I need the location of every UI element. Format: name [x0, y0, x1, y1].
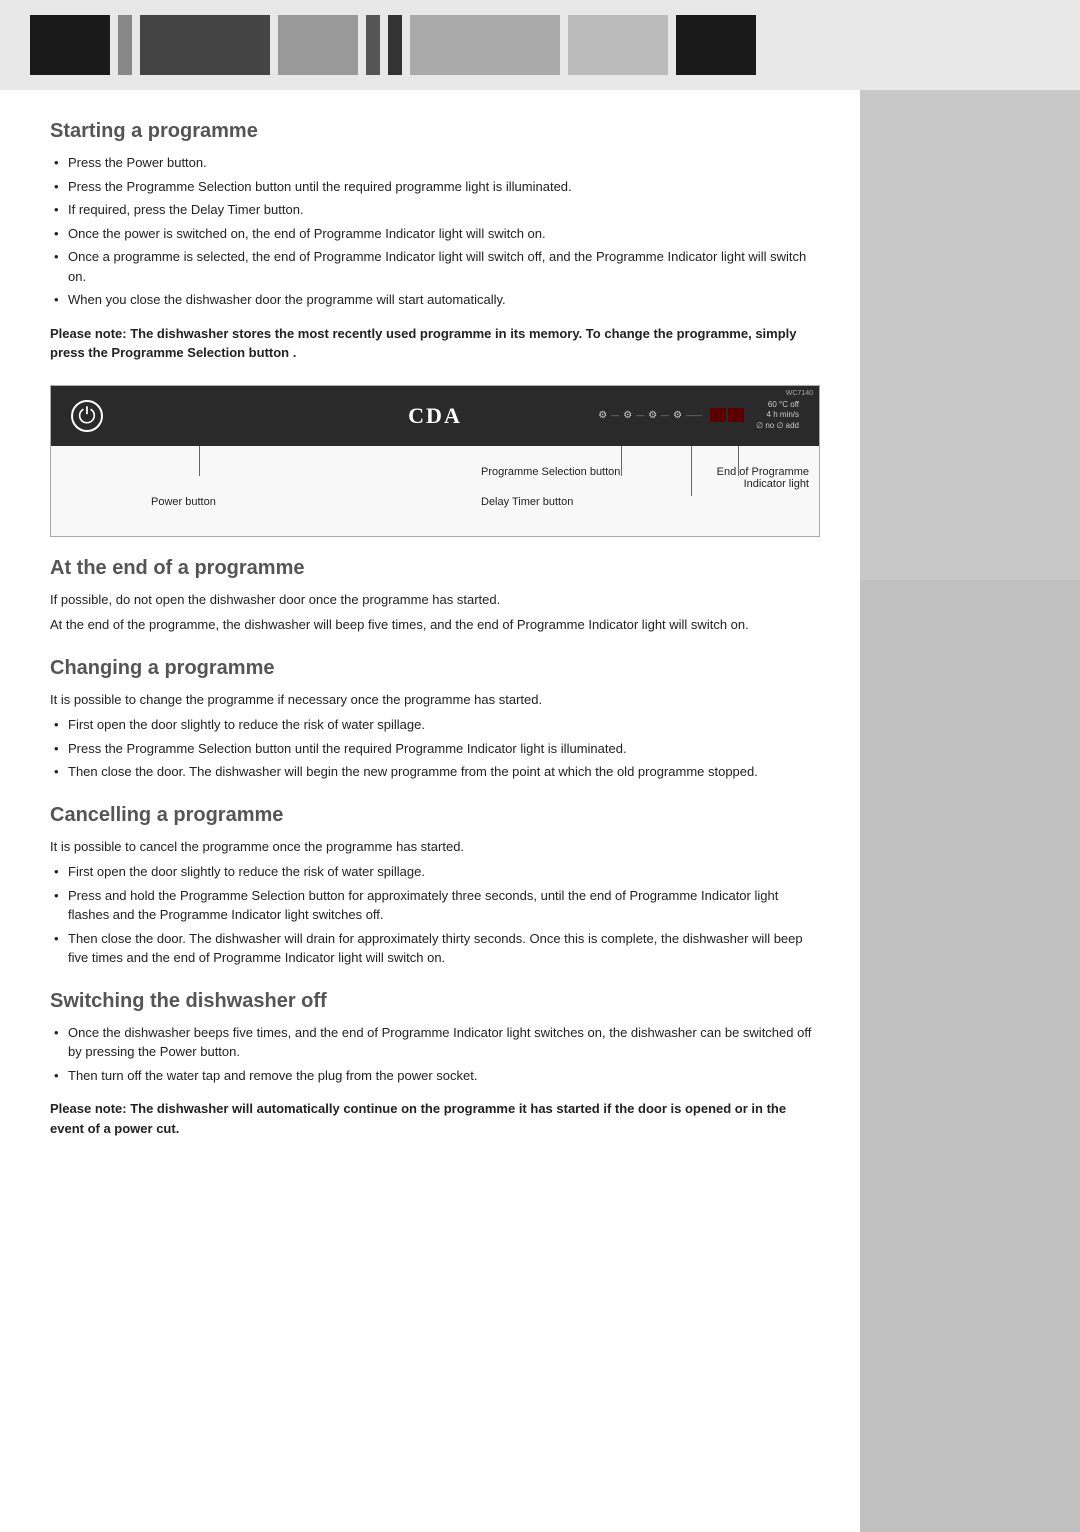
changing-intro: It is possible to change the programme i… [50, 690, 820, 710]
list-item: If required, press the Delay Timer butto… [50, 200, 820, 220]
list-item: First open the door slightly to reduce t… [50, 862, 820, 882]
bar-block [388, 15, 402, 75]
bar-block [30, 15, 110, 75]
bar-block [118, 15, 132, 75]
changing-section: Changing a programme It is possible to c… [50, 657, 820, 782]
cancelling-section: Cancelling a programme It is possible to… [50, 804, 820, 968]
list-item: Press and hold the Programme Selection b… [50, 886, 820, 925]
delay-timer-arrow-line [691, 446, 692, 496]
power-icon-diagram: ⏻ [71, 400, 103, 432]
small-display: 60 °C off 4 h min/s ∅ no ∅ add [756, 400, 799, 431]
switching-off-heading: Switching the dishwasher off [50, 990, 820, 1013]
list-item: Then turn off the water tap and remove t… [50, 1066, 820, 1086]
list-item: First open the door slightly to reduce t… [50, 715, 820, 735]
list-item: Press the Power button. [50, 153, 820, 173]
list-item: Once the power is switched on, the end o… [50, 224, 820, 244]
programme-selection-label: Programme Selection button [481, 466, 620, 478]
changing-bullets: First open the door slightly to reduce t… [50, 715, 820, 782]
sidebar-bottom [860, 580, 1080, 1532]
list-item: Once a programme is selected, the end of… [50, 247, 820, 286]
diagram-labels: Power button Programme Selection button … [51, 446, 819, 536]
sidebar-top [860, 90, 1080, 580]
bar-block [278, 15, 358, 75]
switching-off-note: Please note: The dishwasher will automat… [50, 1099, 820, 1138]
list-item: Press the Programme Selection button unt… [50, 177, 820, 197]
at-end-line1: If possible, do not open the dishwasher … [50, 590, 820, 610]
bar-block [676, 15, 756, 75]
list-item: Then close the door. The dishwasher will… [50, 929, 820, 968]
content-area: Starting a programme Press the Power but… [0, 90, 860, 1532]
right-controls: ⚙ — ⚙ — ⚙ — ⚙ —— 60 °C off 4 h min/s [598, 400, 799, 431]
list-item: Press the Programme Selection button unt… [50, 739, 820, 759]
delay-timer-label: Delay Timer button [481, 496, 573, 508]
bar-block [568, 15, 668, 75]
list-item: Once the dishwasher beeps five times, an… [50, 1023, 820, 1062]
switching-off-bullets: Once the dishwasher beeps five times, an… [50, 1023, 820, 1086]
model-label: WC7140 [786, 390, 813, 397]
changing-heading: Changing a programme [50, 657, 820, 680]
at-end-section: At the end of a programme If possible, d… [50, 557, 820, 635]
list-item: When you close the dishwasher door the p… [50, 290, 820, 310]
right-sidebar [860, 90, 1080, 1532]
starting-bullets: Press the Power button. Press the Program… [50, 153, 820, 310]
cancelling-heading: Cancelling a programme [50, 804, 820, 827]
cancelling-bullets: First open the door slightly to reduce t… [50, 862, 820, 968]
main-layout: Starting a programme Press the Power but… [0, 90, 1080, 1532]
at-end-line2: At the end of the programme, the dishwas… [50, 615, 820, 635]
starting-note: Please note: The dishwasher stores the m… [50, 324, 820, 363]
at-end-heading: At the end of a programme [50, 557, 820, 580]
prog-sel-arrow-line [621, 446, 622, 476]
diagram-container: ⏻ CDA ⚙ — ⚙ — ⚙ — ⚙ —— [50, 385, 820, 537]
diagram-top-panel: ⏻ CDA ⚙ — ⚙ — ⚙ — ⚙ —— [51, 386, 819, 446]
cancelling-intro: It is possible to cancel the programme o… [50, 837, 820, 857]
power-button-label: Power button [151, 496, 216, 508]
bar-block [140, 15, 270, 75]
top-decorative-bar [0, 0, 1080, 90]
power-arrow-line [199, 446, 200, 476]
bar-block [366, 15, 380, 75]
bar-block [410, 15, 560, 75]
end-of-programme-label: End of ProgrammeIndicator light [717, 466, 809, 490]
starting-heading: Starting a programme [50, 120, 820, 143]
list-item: Then close the door. The dishwasher will… [50, 762, 820, 782]
cda-logo: CDA [408, 403, 462, 429]
starting-section: Starting a programme Press the Power but… [50, 120, 820, 363]
switching-off-section: Switching the dishwasher off Once the di… [50, 990, 820, 1139]
